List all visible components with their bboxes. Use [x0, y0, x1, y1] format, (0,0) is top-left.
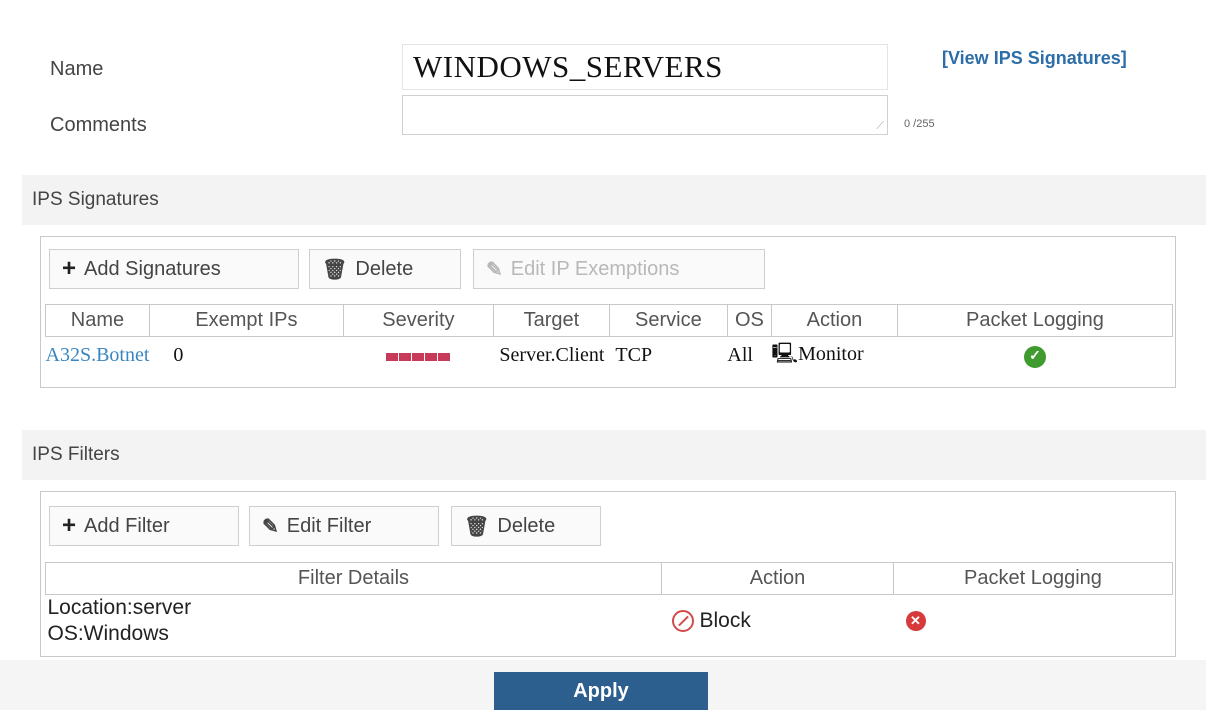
filter-action-cell: Block	[662, 595, 894, 648]
add-filter-label: Add Filter	[84, 514, 170, 537]
column-header[interactable]: Action	[661, 562, 894, 595]
signature-name-link[interactable]: A32S.Botnet	[46, 337, 150, 375]
delete-signature-button[interactable]: 🗑 Delete	[309, 249, 461, 289]
severity-block	[399, 352, 412, 361]
apply-button[interactable]: Apply	[494, 672, 708, 710]
filter-action-value: Block	[699, 609, 751, 632]
name-label: Name	[50, 58, 104, 80]
delete-filter-button[interactable]: 🗑 Delete	[451, 506, 601, 546]
edit-filter-label: Edit Filter	[286, 514, 372, 537]
ips-filters-section-header	[22, 430, 1206, 480]
filters-header-row: Filter Details Action Packet Logging	[45, 562, 1173, 595]
column-header[interactable]: Exempt IPs	[148, 304, 344, 337]
severity-block	[412, 352, 425, 361]
block-icon	[671, 610, 694, 633]
column-header[interactable]: Packet Logging	[893, 562, 1173, 595]
severity-block	[425, 352, 438, 361]
packet-logging-cell: ✓	[897, 337, 1172, 375]
edit-ip-exemptions-label: Edit IP Exemptions	[510, 257, 680, 280]
column-header[interactable]: Packet Logging	[896, 304, 1174, 337]
pencil-icon: ✎	[262, 515, 279, 538]
table-row[interactable]: A32S.Botnet 0 Server.Client TCP All 🖳Mon…	[46, 337, 1173, 375]
ips-signatures-title: IPS Signatures	[32, 189, 159, 210]
table-row[interactable]: Location:server OS:Windows Block ✕	[46, 595, 1173, 648]
filters-table: Filter Details Action Packet Logging Loc…	[45, 562, 1173, 647]
ips-signatures-panel: + Add Signatures 🗑 Delete ✎ Edit IP Exem…	[40, 236, 1176, 388]
plus-icon: +	[62, 255, 77, 282]
delete-signature-label: Delete	[355, 257, 414, 280]
plus-icon: +	[62, 512, 77, 539]
severity-indicator	[386, 352, 451, 361]
filter-detail-line: Location:server	[47, 596, 192, 619]
column-header[interactable]: Severity	[342, 304, 494, 337]
severity-block	[438, 352, 451, 361]
monitor-icon: 🖳	[771, 342, 799, 365]
filter-details-cell: Location:server OS:Windows	[46, 595, 662, 648]
add-filter-button[interactable]: + Add Filter	[49, 506, 239, 546]
ips-filters-title: IPS Filters	[32, 444, 120, 465]
signatures-table: Name Exempt IPs Severity Target Service …	[45, 304, 1174, 375]
comments-label: Comments	[50, 114, 147, 136]
severity-block	[386, 352, 399, 361]
check-circle-icon: ✓	[1023, 346, 1046, 369]
column-header[interactable]: Target	[492, 304, 610, 337]
column-header[interactable]: Action	[770, 304, 898, 337]
name-input[interactable]: WINDOWS_SERVERS	[402, 44, 888, 90]
severity-cell	[343, 337, 493, 375]
column-header[interactable]: Service	[608, 304, 728, 337]
resize-grip-icon[interactable]: ⟋	[876, 121, 884, 132]
filter-detail-line: OS:Windows	[47, 622, 169, 645]
ips-filters-panel: + Add Filter ✎ Edit Filter 🗑 Delete Filt…	[40, 491, 1176, 657]
comments-textarea[interactable]: ⟋	[402, 95, 888, 135]
add-signatures-label: Add Signatures	[84, 257, 221, 280]
trash-icon: 🗑	[322, 258, 348, 281]
character-count: 0 /255	[904, 118, 935, 130]
exempt-ips-cell: 0	[173, 344, 184, 367]
delete-filter-label: Delete	[497, 514, 556, 537]
x-circle-icon: ✕	[905, 611, 926, 632]
action-cell: 🖳Monitor	[771, 337, 897, 375]
filter-packet-logging-cell: ✕	[894, 595, 1173, 648]
view-ips-signatures-link[interactable]: [View IPS Signatures]	[942, 48, 1127, 69]
add-signatures-button[interactable]: + Add Signatures	[49, 249, 299, 289]
column-header[interactable]: OS	[726, 304, 772, 337]
trash-icon: 🗑	[464, 515, 490, 538]
column-header[interactable]: Name	[45, 304, 150, 337]
os-cell: All	[727, 344, 753, 367]
service-value: TCP	[615, 344, 653, 367]
target-value: Server.Client	[499, 344, 605, 367]
edit-ip-exemptions-button[interactable]: ✎ Edit IP Exemptions	[473, 249, 765, 289]
ips-signatures-section-header	[22, 175, 1206, 225]
edit-filter-button[interactable]: ✎ Edit Filter	[249, 506, 439, 546]
pencil-icon: ✎	[486, 258, 503, 281]
target-service-cell: Server.Client TCP	[493, 337, 727, 375]
signatures-header-row: Name Exempt IPs Severity Target Service …	[45, 304, 1174, 337]
column-header[interactable]: Filter Details	[45, 562, 662, 595]
action-value: Monitor	[798, 342, 864, 365]
